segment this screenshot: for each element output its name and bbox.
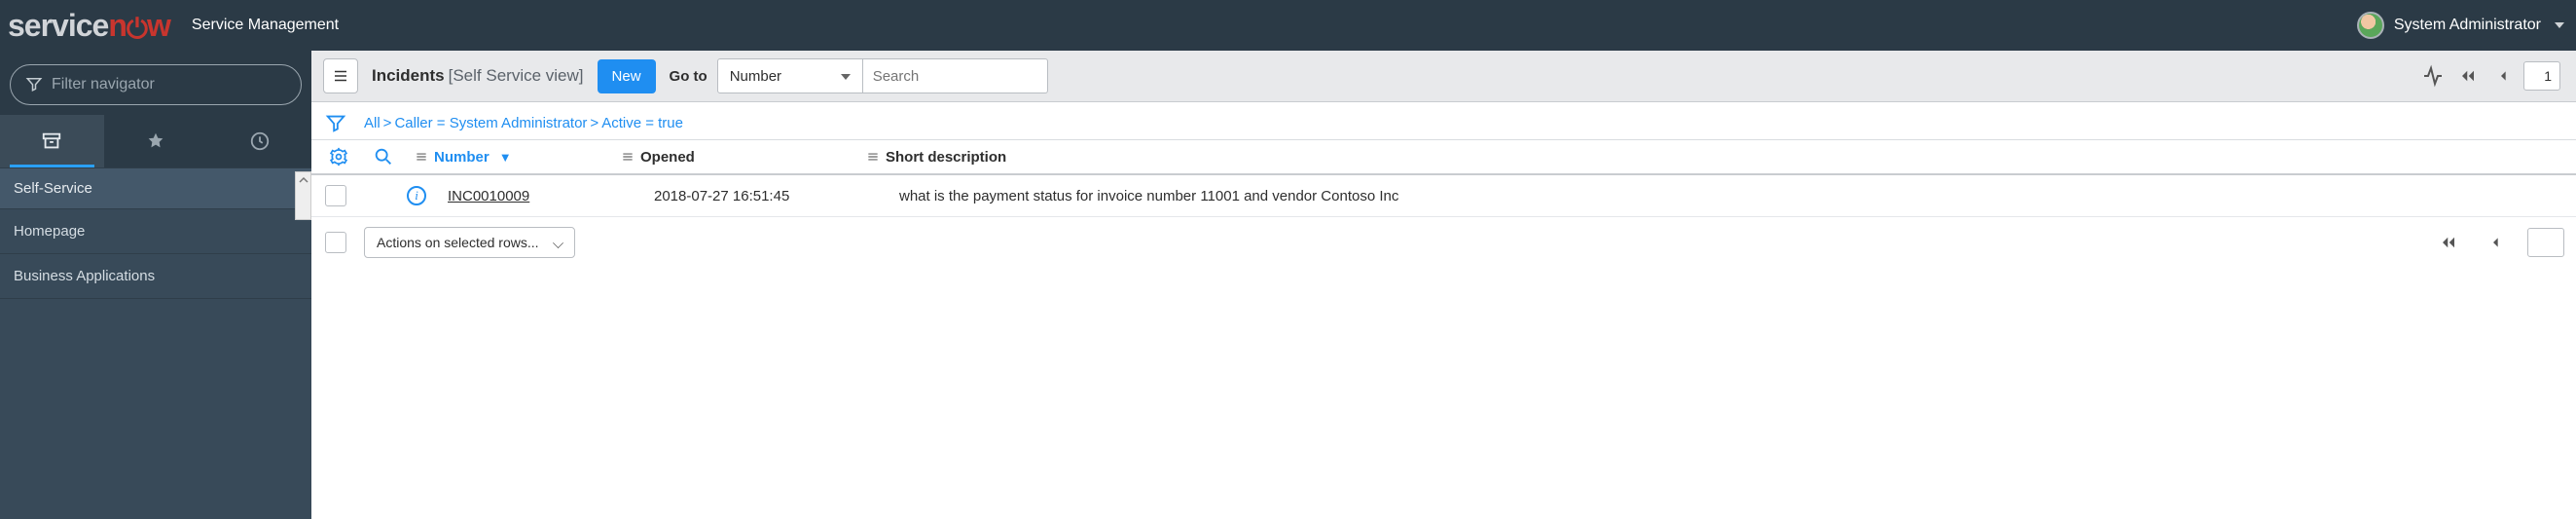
first-page-button[interactable] [2453,61,2483,91]
row-checkbox[interactable] [325,185,346,206]
prev-page-button[interactable] [2488,61,2518,91]
column-desc-label: Short description [886,149,1006,166]
star-icon [145,130,166,152]
filter-toggle-button[interactable] [325,112,346,133]
hamburger-menu-button[interactable] [323,58,358,93]
grip-icon [415,150,428,164]
hamburger-icon [332,67,349,85]
actions-select[interactable]: Actions on selected rows... [364,227,575,258]
user-menu[interactable]: System Administrator [2357,12,2564,39]
first-page-icon [2440,234,2457,251]
incident-link[interactable]: INC0010009 [448,188,529,204]
prev-page-button-footer[interactable] [2481,228,2510,257]
clock-icon [249,130,271,152]
column-search-button[interactable] [364,146,403,167]
nav-item-homepage[interactable]: Homepage [0,209,311,254]
goto-label: Go to [670,68,707,85]
column-number-label: Number [434,149,490,166]
nav-tab-favorites[interactable] [104,115,208,167]
table-row: i INC0010009 2018-07-27 16:51:45 what is… [311,175,2576,217]
breadcrumb-all[interactable]: All [364,115,381,131]
sidebar: Self-Service Homepage Business Applicati… [0,51,311,519]
cell-number: INC0010009 [448,188,642,204]
page-number-input-footer[interactable] [2527,228,2564,257]
search-icon [373,146,394,167]
nav-tab-all[interactable] [0,115,104,167]
breadcrumb-caller[interactable]: Caller = System Administrator [394,115,587,131]
list-title: Incidents [Self Service view] [372,66,584,86]
prev-page-icon [2495,68,2511,84]
activity-icon [2421,64,2445,88]
table-footer: Actions on selected rows... [311,217,2576,268]
list-title-main: Incidents [372,66,445,86]
goto-search-input[interactable] [863,58,1048,93]
page-number-input[interactable]: 1 [2523,61,2560,91]
first-page-button-footer[interactable] [2434,228,2463,257]
breadcrumb-active[interactable]: Active = true [601,115,683,131]
nav-item-business-applications[interactable]: Business Applications [0,254,311,299]
select-all-checkbox[interactable] [325,232,346,253]
app-header: servicen⏻w Service Management System Adm… [0,0,2576,51]
caret-down-icon [2555,22,2564,28]
prev-page-icon [2487,235,2503,250]
first-page-icon [2459,67,2477,85]
grip-icon [866,150,880,164]
servicenow-logo: servicen⏻w [8,8,170,44]
user-name: System Administrator [2394,17,2541,34]
personalize-columns-button[interactable] [325,147,352,167]
filter-navigator-input[interactable] [10,64,302,105]
funnel-icon [325,112,346,133]
table-header-row: Number ▼ Opened Short description [311,139,2576,175]
preview-record-button[interactable]: i [407,186,426,205]
sort-desc-icon: ▼ [499,150,512,165]
list-toolbar: Incidents [Self Service view] New Go to … [311,51,2576,102]
main-content: Incidents [Self Service view] New Go to … [311,51,2576,519]
cell-description: what is the payment status for invoice n… [899,188,2564,204]
cell-opened: 2018-07-27 16:51:45 [654,188,888,204]
column-header-description[interactable]: Short description [866,149,2564,166]
filter-breadcrumb-row: All>Caller = System Administrator>Active… [311,102,2576,139]
nav-section-self-service[interactable]: Self-Service [0,167,311,209]
gear-icon [329,147,348,167]
column-header-opened[interactable]: Opened [621,149,854,166]
nav-tabs [0,115,311,167]
archive-icon [41,130,62,152]
goto-field-select[interactable]: Number [717,58,863,93]
column-header-number[interactable]: Number ▼ [415,149,609,166]
sidebar-scroll-up[interactable] [295,171,311,220]
new-button[interactable]: New [598,59,656,93]
list-title-view: [Self Service view] [449,66,584,86]
grip-icon [621,150,635,164]
nav-tab-history[interactable] [207,115,311,167]
column-opened-label: Opened [640,149,695,166]
breadcrumbs: All>Caller = System Administrator>Active… [364,115,683,131]
avatar [2357,12,2384,39]
app-title: Service Management [192,17,339,34]
activity-stream-button[interactable] [2418,61,2448,91]
